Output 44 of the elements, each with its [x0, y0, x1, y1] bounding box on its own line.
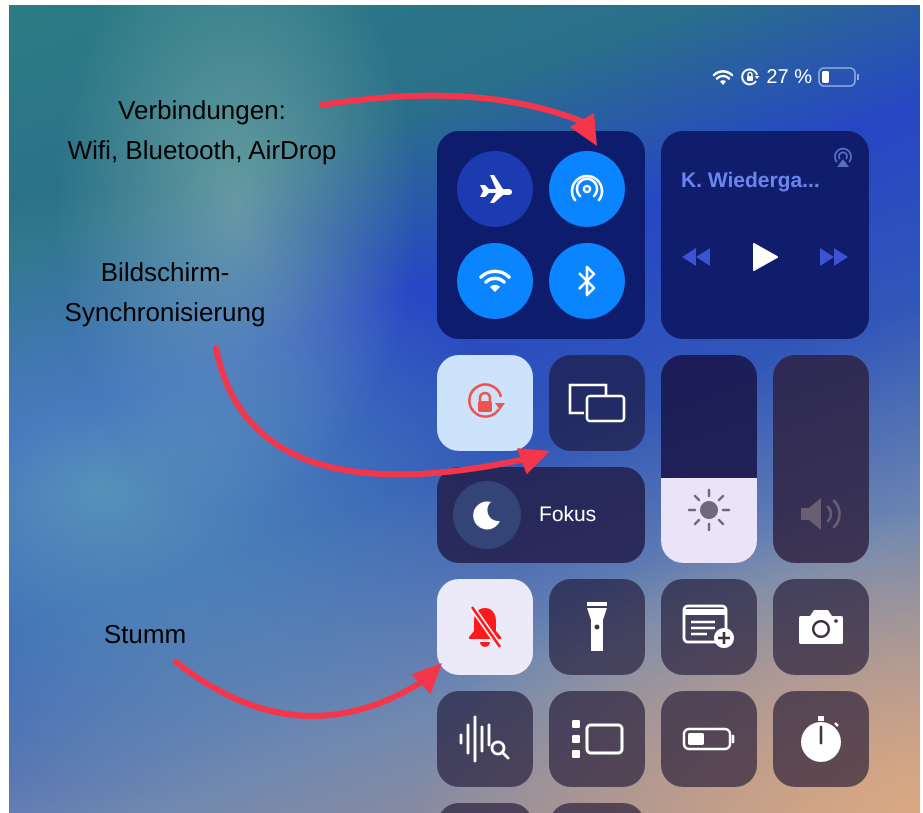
rotation-lock-toggle[interactable] [437, 355, 533, 451]
rotation-lock-icon [740, 67, 760, 87]
camera-icon [797, 608, 845, 646]
stopwatch-icon [798, 715, 844, 763]
flashlight-icon [586, 601, 608, 653]
next-button[interactable] [819, 248, 849, 266]
sun-icon [687, 488, 731, 532]
screen-mirroring-toggle[interactable] [549, 355, 645, 451]
battery-percentage: 27 % [766, 66, 812, 88]
stage-manager-toggle[interactable] [549, 691, 645, 787]
annotation-label: Bildschirm- Synchronisierung [64, 256, 266, 329]
stage-manager-icon [570, 718, 624, 760]
airplay-icon[interactable] [831, 145, 855, 169]
volume-slider[interactable] [773, 355, 869, 563]
annotation-label: Stumm [102, 618, 188, 651]
wifi-icon [478, 268, 512, 294]
flashlight-toggle[interactable] [549, 579, 645, 675]
rewind-icon [681, 248, 711, 266]
airplane-icon [478, 174, 512, 204]
quick-note-toggle[interactable] [661, 579, 757, 675]
annotation-label: Verbindungen: Wifi, Bluetooth, AirDrop [66, 94, 338, 167]
battery-icon [682, 727, 736, 751]
play-icon [752, 243, 778, 271]
previous-button[interactable] [681, 248, 711, 266]
muted-bell-icon [466, 604, 504, 650]
silent-toggle[interactable] [437, 579, 533, 675]
bluetooth-icon [576, 264, 598, 298]
brightness-slider[interactable] [661, 355, 757, 563]
camera-toggle[interactable] [773, 579, 869, 675]
speaker-icon [798, 496, 844, 532]
now-playing-title: K. Wiederga... [681, 169, 821, 193]
play-button[interactable] [752, 243, 778, 271]
battery-icon [818, 67, 860, 87]
moon-icon [471, 499, 503, 531]
fast-forward-icon [819, 248, 849, 266]
stopwatch-toggle[interactable] [773, 691, 869, 787]
low-power-toggle[interactable] [661, 691, 757, 787]
note-plus-icon [682, 604, 736, 650]
wifi-icon [712, 69, 734, 85]
screen-mirroring-icon [568, 383, 626, 423]
sound-recognition-toggle[interactable] [437, 691, 533, 787]
waveform-search-icon [458, 715, 512, 763]
focus-label: Fokus [539, 503, 596, 527]
focus-button[interactable]: Fokus [437, 467, 645, 563]
